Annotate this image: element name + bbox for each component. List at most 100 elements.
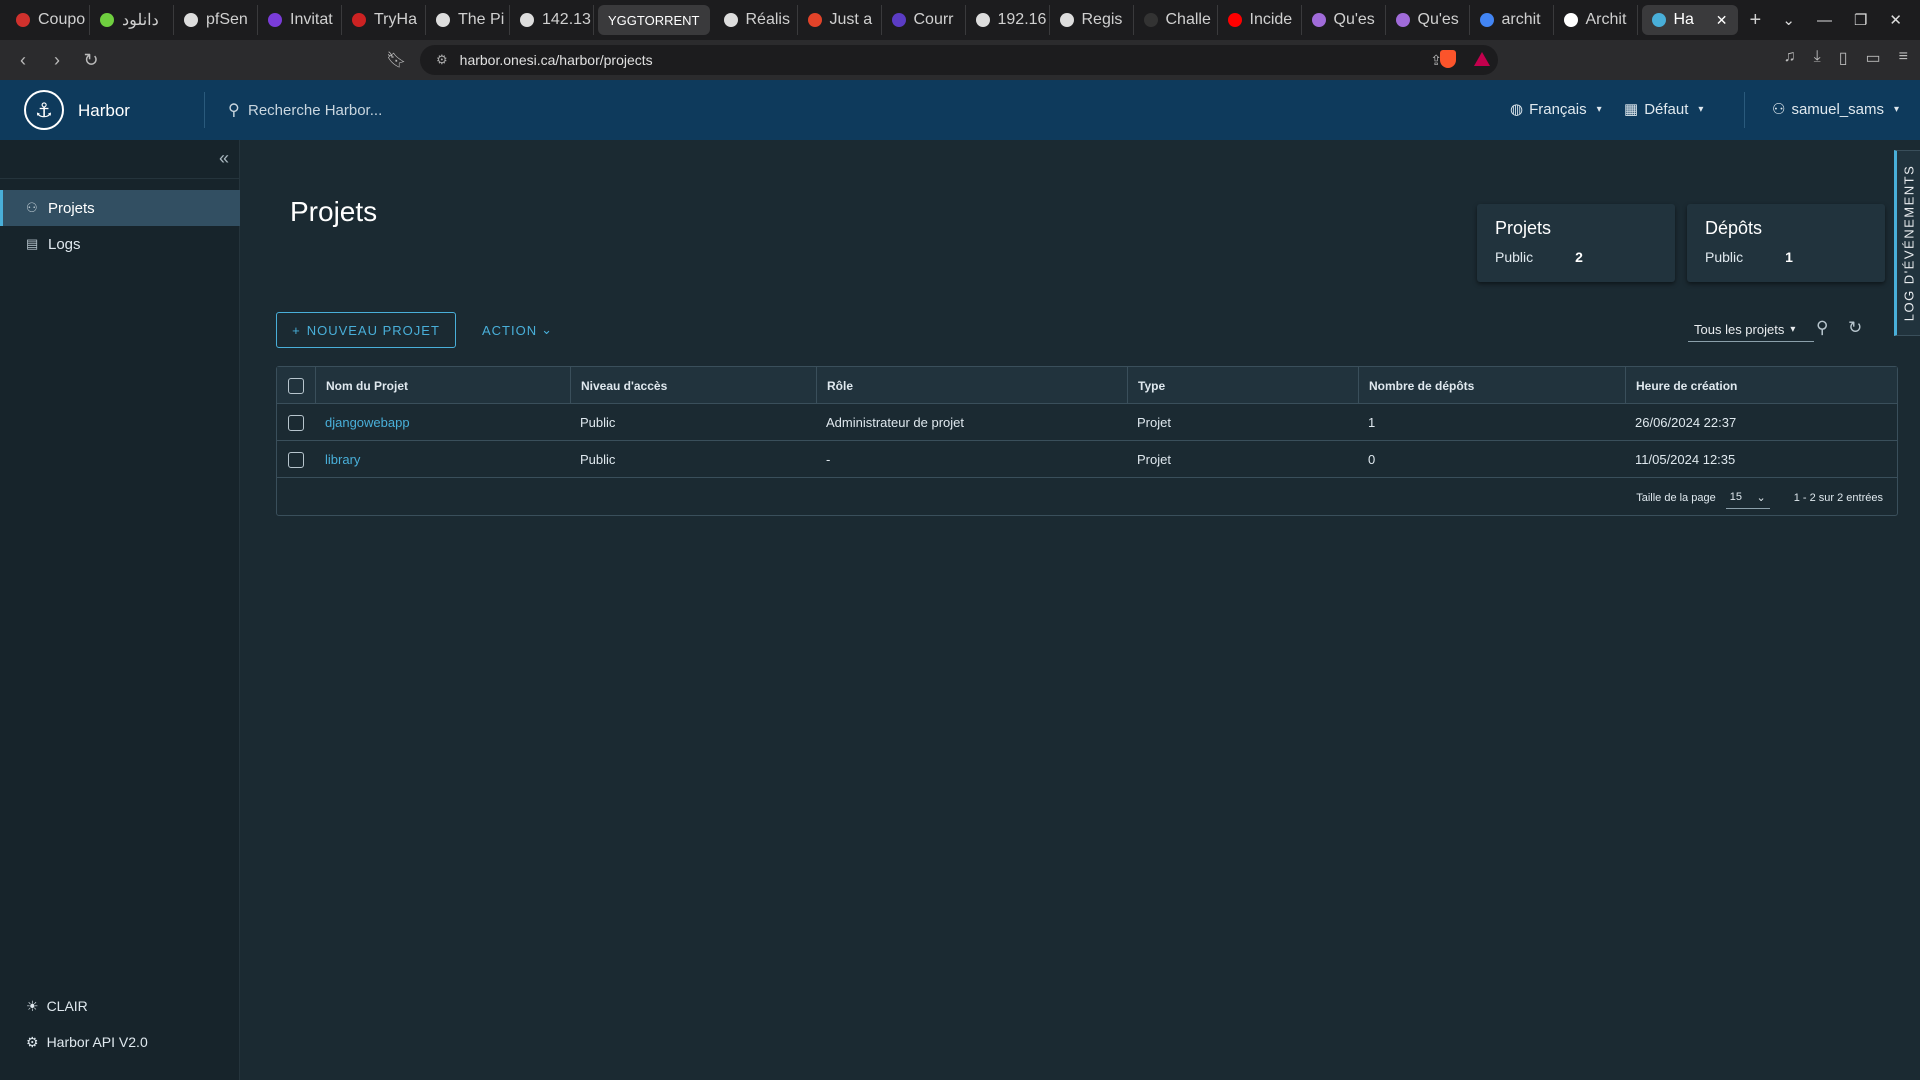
event-log-tab[interactable]: LOG D'ÉVÉNEMENTS <box>1894 150 1920 336</box>
favicon-icon <box>520 13 534 27</box>
refresh-icon[interactable]: ↻ <box>1848 318 1862 338</box>
chevron-down-icon: ⌄ <box>541 322 554 337</box>
tab-label: Qu'es <box>1333 11 1375 28</box>
chevron-down-icon: ▾ <box>1698 103 1704 115</box>
tab-label: Courr <box>913 11 954 28</box>
tab-list-icon[interactable]: ⌄ <box>1782 11 1795 29</box>
repo-count-cell: 0 <box>1368 452 1376 467</box>
new-tab-icon[interactable]: + <box>1738 9 1774 32</box>
url-text: harbor.onesi.ca/harbor/projects <box>459 52 653 68</box>
role-cell: - <box>826 452 831 467</box>
browser-tab-active[interactable]: Ha ✕ <box>1641 5 1738 35</box>
project-name-link[interactable]: djangowebapp <box>315 404 410 441</box>
minimize-icon[interactable]: — <box>1817 12 1832 29</box>
favicon-icon <box>100 13 114 27</box>
favicon-icon <box>1395 13 1410 27</box>
favicon-icon <box>891 13 906 27</box>
browser-tab[interactable]: 192.16 <box>966 5 1050 35</box>
url-bar[interactable]: ⚙ harbor.onesi.ca/harbor/projects ⇪ <box>420 45 1498 75</box>
site-settings-icon[interactable]: ⚙ <box>436 52 448 68</box>
reload-icon[interactable]: ↻ <box>74 50 108 71</box>
search-icon[interactable]: ⚲ <box>1816 318 1828 338</box>
browser-tab[interactable]: Courr <box>882 5 966 35</box>
browser-tab[interactable]: archit <box>1470 5 1554 35</box>
chevron-down-icon: ▾ <box>1790 324 1796 335</box>
bookmark-icon[interactable]: 🔖︎ <box>386 50 406 70</box>
project-name-link[interactable]: library <box>315 441 360 478</box>
api-link[interactable]: ⚙ Harbor API V2.0 <box>0 1027 240 1057</box>
action-label: ACTION <box>482 322 538 338</box>
browser-tab[interactable]: Qu'es <box>1302 5 1386 35</box>
browser-tab[interactable]: Regis <box>1050 5 1134 35</box>
browser-tab[interactable]: Qu'es <box>1386 5 1470 35</box>
favicon-icon <box>16 13 30 27</box>
column-header[interactable]: Heure de création <box>1625 367 1897 404</box>
row-checkbox[interactable] <box>288 414 304 431</box>
favicon-icon <box>1227 13 1242 27</box>
creation-time-cell: 26/06/2024 22:37 <box>1635 415 1737 430</box>
media-icon[interactable]: ♫ <box>1784 48 1796 68</box>
tab-label: دانلود <box>122 12 159 29</box>
column-header[interactable]: Nom du Projet <box>315 367 570 404</box>
browser-tab[interactable]: Just a <box>798 5 882 35</box>
table-header-row: Nom du Projet Niveau d'accès Rôle Type N… <box>277 367 1897 404</box>
access-level-cell: Public <box>580 415 616 430</box>
card-label: Public <box>1495 249 1534 265</box>
browser-tab[interactable]: Réalis <box>714 5 798 35</box>
action-dropdown[interactable]: ACTION ⌄ <box>472 312 563 348</box>
card-title: Projets <box>1495 218 1552 238</box>
browser-tab[interactable]: دانلود <box>90 5 174 35</box>
browser-tab[interactable]: The Pi <box>426 5 510 35</box>
back-icon[interactable]: ‹ <box>6 50 40 71</box>
forward-icon[interactable]: › <box>40 50 74 71</box>
select-all-checkbox[interactable] <box>288 377 304 394</box>
page-title: Projets <box>290 196 378 227</box>
column-header[interactable]: Rôle <box>816 367 1127 404</box>
sidebar-item-logs[interactable]: ▤ Logs <box>0 226 240 262</box>
brave-rewards-icon[interactable] <box>1474 52 1490 66</box>
column-header[interactable]: Niveau d'accès <box>570 367 816 404</box>
language-menu[interactable]: ◍ Français ▾ <box>1510 100 1602 119</box>
browser-tab[interactable]: TryHa <box>342 5 426 35</box>
browser-tab[interactable]: YGGTORRENT <box>598 5 710 35</box>
harbor-logo-icon[interactable]: ⚓︎ <box>24 90 64 130</box>
event-log-label: LOG D'ÉVÉNEMENTS <box>1901 164 1916 322</box>
tab-label: Challe <box>1165 11 1211 28</box>
creation-time-cell: 11/05/2024 12:35 <box>1635 452 1736 467</box>
favicon-icon <box>352 13 366 27</box>
app-brand[interactable]: Harbor <box>78 101 130 121</box>
browser-tab[interactable]: Archit <box>1554 5 1638 35</box>
browser-tab[interactable]: Incide <box>1218 5 1302 35</box>
download-icon[interactable]: ⤓ <box>1814 48 1821 68</box>
tab-label: The Pi <box>458 11 505 28</box>
sidebar-item-projets[interactable]: ⚇ Projets <box>0 190 240 226</box>
row-checkbox[interactable] <box>288 451 304 468</box>
browser-tab[interactable]: pfSen <box>174 5 258 35</box>
window-close-icon[interactable]: ✕ <box>1889 11 1902 29</box>
column-header[interactable]: Type <box>1127 367 1358 404</box>
restore-icon[interactable]: ❐ <box>1854 11 1867 29</box>
menu-icon[interactable]: ≡ <box>1899 48 1908 68</box>
projects-summary-card: Projets Public 2 <box>1477 204 1675 282</box>
brave-shield-icon[interactable] <box>1440 50 1456 68</box>
new-project-button[interactable]: + NOUVEAU PROJET <box>276 312 456 348</box>
user-menu[interactable]: ⚇ samuel_sams ▾ <box>1772 100 1899 119</box>
user-name: samuel_sams <box>1791 100 1884 118</box>
close-tab-icon[interactable]: ✕ <box>1716 12 1728 29</box>
column-header[interactable]: Nombre de dépôts <box>1358 367 1625 404</box>
browser-tab[interactable]: Challe <box>1134 5 1218 35</box>
search-input[interactable] <box>248 98 508 122</box>
filter-value: Tous les projets <box>1694 322 1785 337</box>
datetime-format-menu[interactable]: ▦ Défaut ▾ <box>1624 100 1704 119</box>
theme-toggle[interactable]: ☀ CLAIR <box>0 991 240 1021</box>
page-size-select[interactable]: 15 ⌄ <box>1725 487 1770 509</box>
browser-tab[interactable]: Invitat <box>258 5 342 35</box>
collapse-sidebar-icon[interactable]: « <box>219 148 229 169</box>
project-filter-select[interactable]: Tous les projets ▾ <box>1688 318 1814 342</box>
tab-label: 192.16 <box>997 11 1047 28</box>
browser-tab[interactable]: 142.13 <box>510 5 594 35</box>
tab-label: Coupo <box>38 11 86 28</box>
sidebar-toggle-icon[interactable]: ▯ <box>1839 48 1848 68</box>
wallet-icon[interactable]: ▭ <box>1866 48 1881 68</box>
browser-tab[interactable]: Coupo <box>6 5 90 35</box>
